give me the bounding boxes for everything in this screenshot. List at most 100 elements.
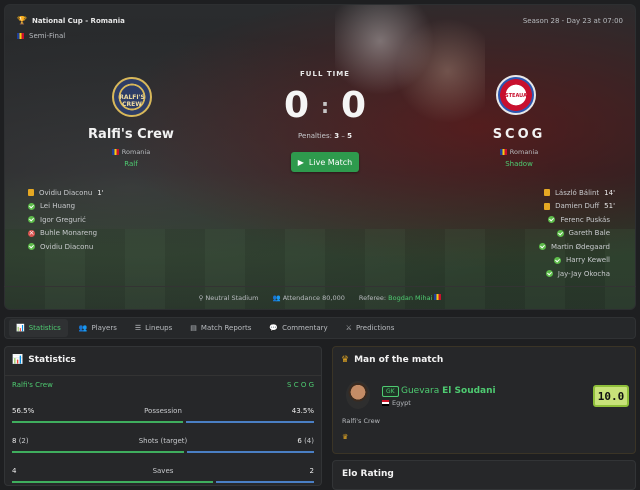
tab-label: Predictions [355,324,395,332]
stat-bar-away [216,481,314,483]
man-of-the-match-panel: ♛ Man of the match GK Guevara El Soudani … [332,346,636,454]
event-row: László Bálint 14' [539,186,615,200]
player-name[interactable]: Guevara El Soudani [401,386,496,396]
event-player[interactable]: Lei Huang [40,202,75,210]
motm-title: ♛ Man of the match [341,355,443,365]
referee-label: Referee: [358,293,387,302]
elo-rating-panel: Elo Rating [332,460,636,490]
event-player[interactable]: László Bálint [555,189,599,197]
event-row: Ovidiu Diaconu 1' [28,186,104,200]
comment-icon: 💬 [269,324,279,332]
player-team: Ralfi's Crew [342,417,380,425]
stage: Semi-Final [17,32,65,40]
event-row: Martin Ødegaard [538,240,615,254]
event-player[interactable]: Igor Gregurić [40,216,86,224]
tab-label: Match Reports [200,324,252,332]
avatar[interactable] [346,381,370,409]
live-match-label: Live Match [308,157,353,167]
event-row: Gareth Bale [539,227,615,241]
penalties: Penalties: 3 – 5 [265,132,385,140]
away-team-name[interactable]: SCOG [455,127,583,142]
users-icon: 👥 [272,293,281,302]
scoreboard: 0 : 0 [275,85,375,126]
stat-row: Possession 56.5% 43.5% [12,407,314,415]
tab-commentary[interactable]: 💬 Commentary [262,319,334,337]
home-manager-link[interactable]: Ralf [72,160,190,168]
statistics-title-text: Statistics [28,355,76,365]
sub-in-icon [548,216,556,224]
elo-title: Elo Rating [342,469,394,479]
event-row: Buhle Monareng [28,227,104,241]
stat-bar [12,421,314,423]
position-badge: GK [382,386,399,397]
event-player[interactable]: Gareth Bale [569,229,611,237]
statistics-panel: 📊 Statistics Ralfi's Crew S C O G Possess… [4,346,322,486]
stadium-name: Neutral Stadium [205,293,259,302]
tab-match-reports[interactable]: ▤ Match Reports [183,319,258,337]
sub-in-icon [28,243,35,251]
home-events: Ovidiu Diaconu 1' Lei Huang Igor Gregurić Bu… [28,186,104,254]
romania-flag-icon [111,149,119,155]
report-icon: ▤ [190,324,197,332]
stat-bar [12,451,314,453]
trophy-icon: 🏆 [17,16,27,25]
event-row: Jay-Jay Okocha [539,267,615,281]
chart-icon: 📊 [16,324,25,332]
score-separator: : [321,93,329,118]
match-status: FULL TIME [300,70,350,78]
crown-icon: ♛ [342,433,349,441]
event-player[interactable]: Ovidiu Diaconu [39,189,92,197]
egypt-flag-icon [382,400,389,406]
stats-teams: Ralfi's Crew S C O G [12,381,314,389]
event-player[interactable]: Ovidiu Diaconu [40,243,93,251]
home-country: Romania [72,148,190,156]
event-row: Lei Huang [28,200,104,214]
referee: Referee: Bogdan Mihai [358,293,442,302]
stats-home-team[interactable]: Ralfi's Crew [12,381,53,389]
tab-players[interactable]: 👥 Players [72,319,124,337]
stats-away-team[interactable]: S C O G [287,381,314,389]
event-player[interactable]: Damien Duff [555,202,599,210]
tab-lineups[interactable]: ☰ Lineups [128,319,179,337]
romania-flag-icon [499,149,507,155]
event-minute: 14' [604,188,615,197]
event-player[interactable]: Ferenc Puskás [560,216,610,224]
stat-bar-home [12,421,183,423]
away-score: 0 [341,85,367,126]
match-info-bar: ⚲ Neutral Stadium 👥 Attendance 80,000 Re… [4,286,636,308]
tab-predictions[interactable]: ⚔ Predictions [339,319,402,337]
sub-in-icon [553,256,561,264]
event-player[interactable]: Buhle Monareng [40,229,97,237]
referee-name[interactable]: Bogdan Mihai [388,294,432,302]
stat-row: Saves 4 2 [12,467,314,475]
yellow-card-icon [28,189,34,197]
event-minute: 51' [604,202,615,211]
away-country: Romania [460,148,578,156]
sub-in-icon [545,270,553,278]
away-events: László Bálint 14' Damien Duff 51' Ferenc Pus… [538,186,615,281]
penalties-home: 3 [334,132,340,140]
romania-flag-icon [17,33,24,39]
home-team-name[interactable]: Ralfi's Crew [72,127,190,142]
chart-icon: 📊 [12,355,24,365]
event-player[interactable]: Harry Kewell [566,256,610,264]
romania-flag-icon [434,293,442,300]
competition[interactable]: 🏆 National Cup - Romania [17,16,125,25]
away-crest[interactable]: STEAUA [496,75,536,115]
event-row: Ferenc Puskás [539,213,615,227]
event-player[interactable]: Jay-Jay Okocha [558,270,610,278]
event-row: Harry Kewell [539,254,615,268]
home-country-name: Romania [121,148,151,156]
event-minute: 1' [97,188,104,197]
stat-bar-home [12,451,184,453]
match-header: 🏆 National Cup - Romania Semi-Final Seas… [4,4,636,310]
home-crest[interactable]: RALFI'S CREW [112,77,152,117]
list-icon: ☰ [134,324,142,332]
tab-statistics[interactable]: 📊 Statistics [9,319,68,337]
stat-bar [12,481,314,483]
event-row: Ovidiu Diaconu [28,240,104,254]
tab-label: Statistics [28,324,61,332]
event-player[interactable]: Martin Ødegaard [551,243,610,251]
live-match-button[interactable]: ▶ Live Match [291,152,359,172]
away-manager-link[interactable]: Shadow [460,160,578,168]
